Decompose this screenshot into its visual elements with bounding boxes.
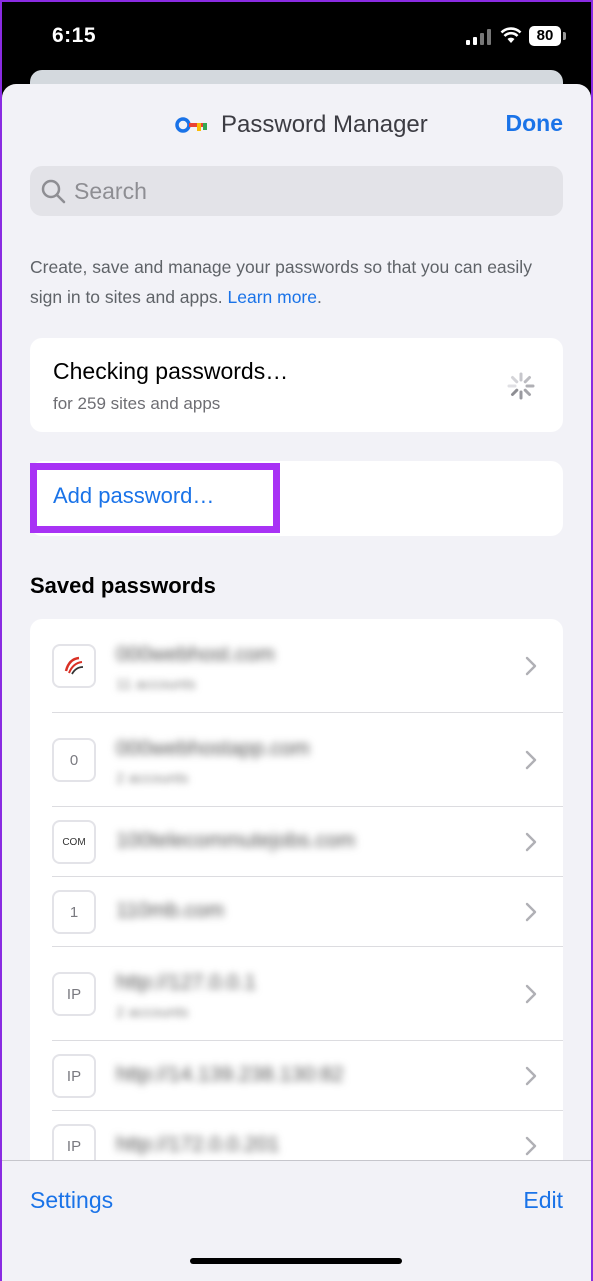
nav-title: Password Manager — [175, 110, 428, 140]
chevron-right-icon — [525, 902, 537, 922]
site-name: http://127.0.0.1 — [116, 971, 257, 994]
search-icon — [41, 179, 66, 204]
battery-tip — [563, 32, 566, 40]
site-name: http://172.0.0.201 — [116, 1133, 280, 1156]
checkup-title: Checking passwords… — [53, 358, 289, 384]
site-name: 000webhostapp.com — [116, 737, 310, 760]
site-favicon: IP — [52, 1054, 96, 1098]
swirl-logo-icon — [64, 656, 84, 675]
site-name: 100telecommutejobs.com — [116, 829, 356, 852]
site-favicon: 1 — [52, 890, 96, 934]
page-title: Password Manager — [221, 111, 428, 138]
search-bar[interactable] — [30, 166, 563, 216]
settings-button[interactable]: Settings — [30, 1187, 113, 1214]
favicon-text: COM — [62, 836, 86, 848]
site-name: 000webhost.com — [116, 643, 275, 666]
saved-passwords-list: 000webhost.com 11 accounts 0 000webhosta… — [30, 619, 563, 1179]
learn-more-link[interactable]: Learn more — [228, 287, 318, 307]
password-checkup-card[interactable]: Checking passwords… for 259 sites and ap… — [30, 338, 563, 432]
list-item[interactable]: IP http://127.0.0.1 2 accounts — [30, 947, 563, 1041]
account-count: 2 accounts — [116, 770, 189, 787]
chevron-right-icon — [525, 1136, 537, 1156]
site-favicon: 0 — [52, 738, 96, 782]
list-item[interactable]: 1 110mb.com — [30, 877, 563, 947]
site-name: http://14.139.238.130:82 — [116, 1063, 344, 1086]
site-name: 110mb.com — [116, 899, 225, 922]
site-favicon: COM — [52, 820, 96, 864]
saved-passwords-header: Saved passwords — [30, 573, 216, 598]
site-favicon: IP — [52, 972, 96, 1016]
site-favicon — [52, 644, 96, 688]
list-item[interactable]: IP http://14.139.238.130:82 — [30, 1041, 563, 1111]
list-item[interactable]: 0 000webhostapp.com 2 accounts — [30, 713, 563, 807]
chevron-right-icon — [525, 984, 537, 1004]
description-suffix: . — [317, 287, 322, 307]
edit-button[interactable]: Edit — [523, 1187, 563, 1214]
loading-spinner-icon — [507, 372, 535, 400]
chevron-right-icon — [525, 1066, 537, 1086]
cellular-signal-icon — [466, 29, 491, 45]
home-indicator[interactable] — [190, 1258, 402, 1264]
description: Create, save and manage your passwords s… — [30, 252, 550, 312]
status-bar: 6:15 80 — [0, 0, 593, 72]
chevron-right-icon — [525, 656, 537, 676]
search-input[interactable] — [74, 177, 514, 205]
done-button[interactable]: Done — [506, 110, 564, 137]
add-password-button[interactable]: Add password… — [53, 483, 214, 509]
password-manager-sheet: Password Manager Done Create, save and m… — [2, 84, 591, 1281]
list-item[interactable]: 000webhost.com 11 accounts — [30, 619, 563, 713]
account-count: 2 accounts — [116, 1004, 189, 1021]
account-count: 11 accounts — [116, 676, 196, 693]
chevron-right-icon — [525, 832, 537, 852]
wifi-icon — [500, 27, 522, 43]
status-time: 6:15 — [52, 24, 97, 47]
add-password-card: Add password… — [30, 461, 563, 536]
list-item[interactable]: COM 100telecommutejobs.com — [30, 807, 563, 877]
chevron-right-icon — [525, 750, 537, 770]
key-icon — [175, 117, 207, 133]
battery-indicator: 80 — [529, 26, 561, 46]
checkup-subtitle: for 259 sites and apps — [53, 394, 221, 413]
